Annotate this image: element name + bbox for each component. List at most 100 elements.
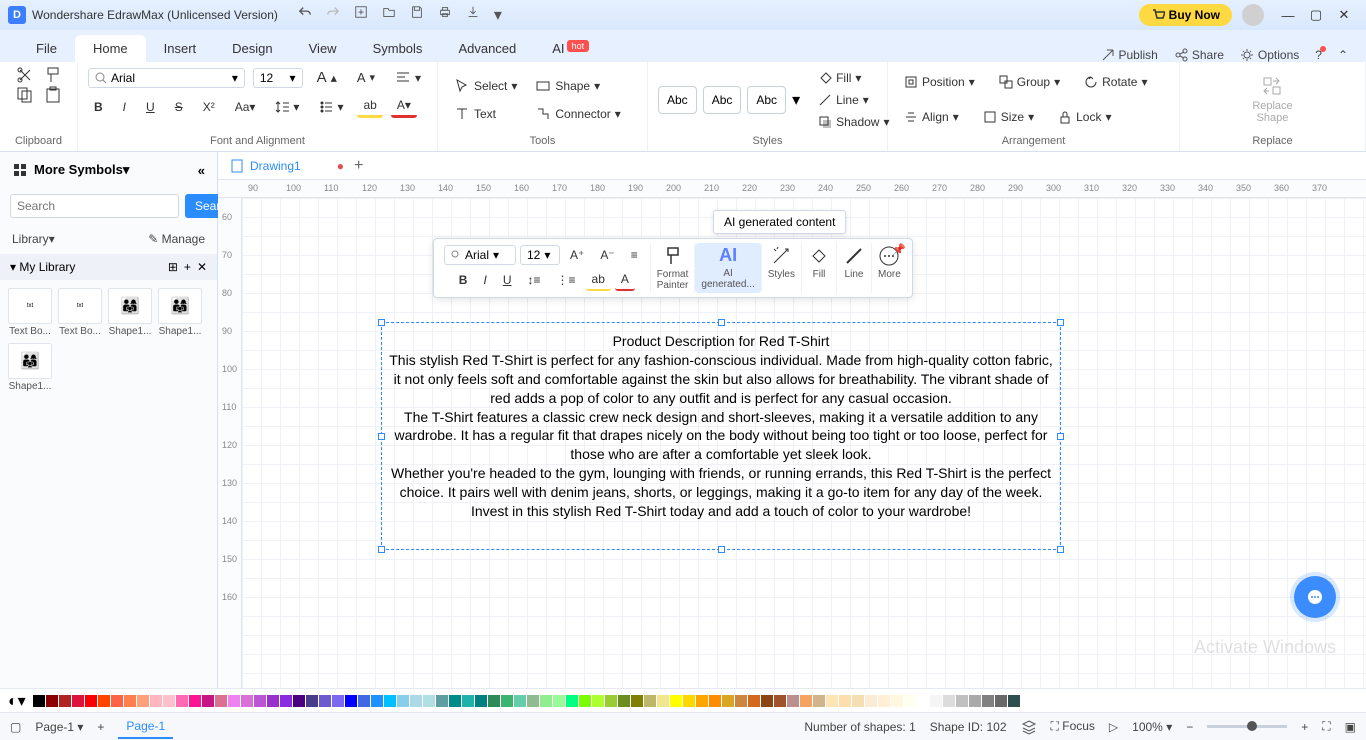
fullscreen-button[interactable]: ▣	[1345, 720, 1356, 734]
font-size-select[interactable]: 12▾	[253, 68, 303, 88]
float-ai-generated[interactable]: AI AI generated...	[695, 243, 761, 293]
format-painter-button[interactable]	[44, 66, 62, 84]
color-swatch[interactable]	[319, 695, 331, 707]
tab-home[interactable]: Home	[75, 35, 146, 62]
save-button[interactable]	[410, 5, 424, 25]
line-spacing-button[interactable]: ▾	[269, 97, 305, 117]
manage-library-button[interactable]: ✎ Manage	[148, 232, 205, 246]
zoom-level[interactable]: 100% ▾	[1132, 720, 1172, 734]
color-swatch[interactable]	[657, 695, 669, 707]
float-pin[interactable]: 📌	[892, 243, 906, 256]
color-swatch[interactable]	[527, 695, 539, 707]
tab-file[interactable]: File	[18, 35, 75, 62]
page-tab[interactable]: Page-1	[118, 715, 173, 739]
float-highlight[interactable]: ab	[586, 269, 611, 291]
float-align[interactable]: ≡	[625, 245, 644, 265]
color-swatch[interactable]	[982, 695, 994, 707]
color-swatch[interactable]	[85, 695, 97, 707]
text-tool-button[interactable]: Text	[448, 103, 523, 125]
more-symbols-button[interactable]: More Symbols▾	[34, 162, 129, 178]
float-size-select[interactable]: 12▾	[520, 245, 560, 265]
bold-button[interactable]: B	[88, 97, 109, 117]
add-tab-button[interactable]: +	[354, 157, 363, 175]
font-color-button[interactable]: A▾	[391, 95, 417, 118]
color-swatch[interactable]	[384, 695, 396, 707]
collapse-ribbon-button[interactable]: ⌃	[1338, 48, 1348, 62]
color-swatch[interactable]	[787, 695, 799, 707]
chat-bubble-button[interactable]	[1294, 576, 1336, 618]
color-swatch[interactable]	[436, 695, 448, 707]
color-swatch[interactable]	[449, 695, 461, 707]
group-button[interactable]: Group▾	[993, 72, 1066, 92]
rotate-button[interactable]: Rotate▾	[1078, 72, 1153, 92]
color-swatch[interactable]	[839, 695, 851, 707]
color-swatch[interactable]	[917, 695, 929, 707]
undo-button[interactable]	[298, 5, 312, 25]
color-swatch[interactable]	[748, 695, 760, 707]
page-nav-button[interactable]: ▢	[10, 720, 21, 734]
zoom-in-button[interactable]: +	[1301, 720, 1308, 734]
color-swatch[interactable]	[930, 695, 942, 707]
color-swatch[interactable]	[605, 695, 617, 707]
color-swatch[interactable]	[410, 695, 422, 707]
library-dropdown[interactable]: Library▾	[12, 232, 55, 246]
color-swatch[interactable]	[553, 695, 565, 707]
color-swatch[interactable]	[293, 695, 305, 707]
float-font-select[interactable]: Arial▾	[444, 245, 516, 265]
color-swatch[interactable]	[722, 695, 734, 707]
color-swatch[interactable]	[813, 695, 825, 707]
position-button[interactable]: Position▾	[898, 72, 981, 92]
color-swatch[interactable]	[488, 695, 500, 707]
lock-button[interactable]: Lock▾	[1052, 107, 1117, 127]
print-button[interactable]	[438, 5, 452, 25]
highlight-button[interactable]: ab	[357, 95, 382, 118]
color-swatch[interactable]	[267, 695, 279, 707]
shape-tool-button[interactable]: Shape▾	[529, 75, 626, 97]
color-swatch[interactable]	[865, 695, 877, 707]
tab-design[interactable]: Design	[214, 35, 290, 62]
style-preset-3[interactable]: Abc	[747, 86, 786, 114]
color-swatch[interactable]	[332, 695, 344, 707]
line-button[interactable]: Line▾	[812, 90, 895, 110]
align-button[interactable]: ▾	[389, 67, 427, 89]
tab-insert[interactable]: Insert	[146, 35, 215, 62]
bullets-button[interactable]: ▾	[313, 97, 349, 117]
color-swatch[interactable]	[33, 695, 45, 707]
export-button[interactable]	[466, 5, 480, 25]
align-obj-button[interactable]: Align▾	[898, 107, 965, 127]
color-swatch[interactable]	[891, 695, 903, 707]
float-spacing[interactable]: ↕≡	[521, 269, 546, 291]
color-swatch[interactable]	[202, 695, 214, 707]
fit-button[interactable]: ⛶	[1322, 719, 1330, 734]
redo-button[interactable]	[326, 5, 340, 25]
color-swatch[interactable]	[696, 695, 708, 707]
color-swatch[interactable]	[59, 695, 71, 707]
zoom-out-button[interactable]: −	[1186, 720, 1193, 734]
publish-button[interactable]: Publish	[1101, 48, 1158, 62]
lib-close-button[interactable]: ✕	[197, 260, 207, 274]
size-button[interactable]: Size▾	[977, 107, 1040, 127]
color-swatch[interactable]	[345, 695, 357, 707]
color-swatch[interactable]	[514, 695, 526, 707]
maximize-button[interactable]: ▢	[1302, 7, 1330, 23]
color-swatch[interactable]	[852, 695, 864, 707]
superscript-button[interactable]: X²	[197, 97, 221, 117]
color-swatch[interactable]	[631, 695, 643, 707]
float-grow-font[interactable]: A⁺	[564, 245, 590, 265]
color-swatch[interactable]	[644, 695, 656, 707]
color-swatch[interactable]	[137, 695, 149, 707]
shrink-font-button[interactable]: A▾	[351, 67, 381, 88]
symbol-search-input[interactable]	[10, 194, 179, 218]
color-swatch[interactable]	[72, 695, 84, 707]
float-format-painter[interactable]: Format Painter	[651, 243, 696, 293]
user-avatar[interactable]	[1242, 4, 1264, 26]
color-swatch[interactable]	[969, 695, 981, 707]
float-color[interactable]: A	[615, 269, 635, 291]
lib-add-button[interactable]: +	[184, 260, 191, 274]
select-tool-button[interactable]: Select▾	[448, 75, 523, 97]
color-swatch[interactable]	[46, 695, 58, 707]
color-swatch[interactable]	[826, 695, 838, 707]
color-swatch[interactable]	[670, 695, 682, 707]
color-swatch[interactable]	[995, 695, 1007, 707]
help-button[interactable]: ?	[1315, 48, 1322, 62]
